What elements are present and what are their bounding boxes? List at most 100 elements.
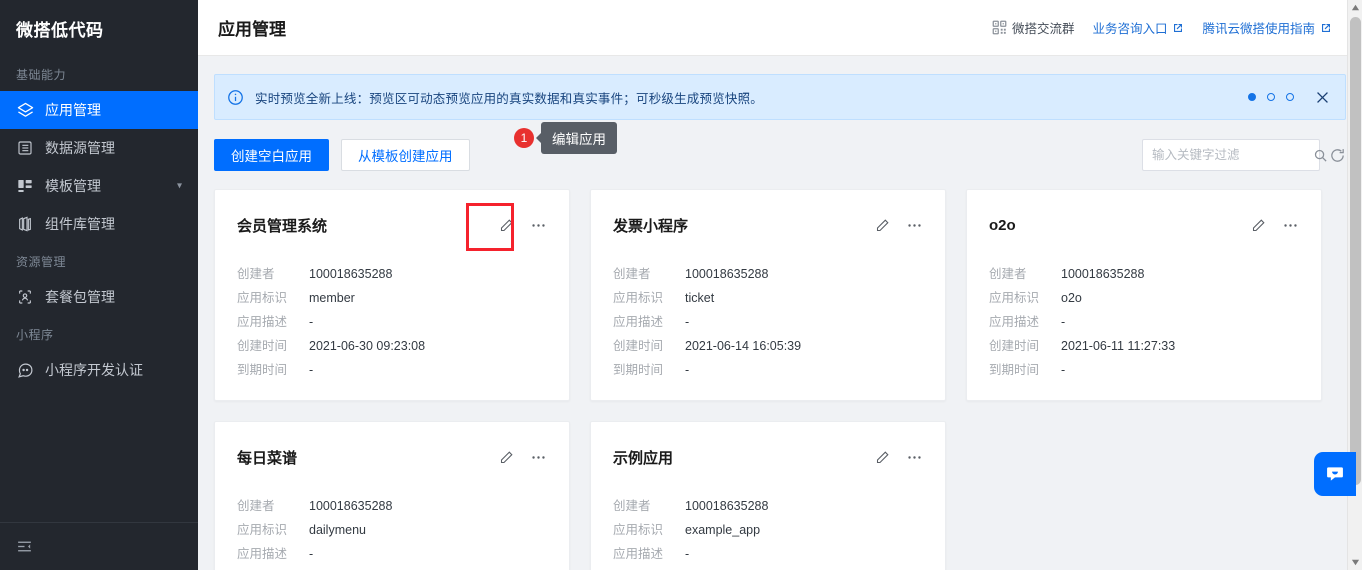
component-library-icon (16, 215, 34, 233)
sidebar-item-label: 数据源管理 (45, 140, 115, 156)
sidebar: 微搭低代码 基础能力 应用管理 数据源管理 模板管理 ▾ 组件库管理 资源管理 … (0, 0, 198, 570)
sidebar-item-component-library-management[interactable]: 组件库管理 (0, 205, 198, 243)
header-link-label: 微搭交流群 (1011, 22, 1075, 36)
edit-app-tooltip-group: 1 编辑应用 (514, 122, 617, 154)
card-field-expires-at: 到期时间 - (237, 358, 547, 382)
field-label: 应用描述 (237, 547, 288, 561)
sidebar-item-label: 应用管理 (45, 102, 101, 118)
field-label: 创建者 (613, 267, 651, 281)
menu-fold-icon[interactable] (16, 538, 33, 555)
scrollbar-thumb[interactable] (1350, 17, 1361, 485)
more-horizontal-icon[interactable] (905, 216, 923, 234)
card-field-created-at: 创建时间 2021-06-30 09:23:08 (237, 334, 547, 358)
sidebar-group-basic: 基础能力 应用管理 数据源管理 模板管理 ▾ 组件库管理 (0, 56, 198, 243)
chat-bubble-icon (16, 361, 34, 379)
chat-support-button[interactable] (1314, 452, 1356, 496)
card-field-expires-at: 到期时间 - (613, 358, 923, 382)
package-icon (16, 288, 34, 306)
sidebar-item-label: 模板管理 (45, 178, 101, 194)
sidebar-item-label: 小程序开发认证 (45, 362, 143, 378)
card-title: 会员管理系统 (237, 217, 328, 235)
chevron-down-icon[interactable]: ▾ (177, 181, 182, 192)
banner-controls (1248, 89, 1331, 106)
sidebar-collapse-bar[interactable] (0, 522, 198, 570)
field-label: 创建者 (613, 499, 651, 513)
header-link-user-guide[interactable]: 腾讯云微搭使用指南 (1202, 18, 1332, 37)
carousel-dot-2[interactable] (1267, 93, 1275, 101)
sidebar-item-label: 组件库管理 (45, 216, 115, 232)
field-value: - (685, 363, 690, 377)
sidebar-group-title-resource: 资源管理 (16, 255, 67, 269)
header-link-community-group[interactable]: 微搭交流群 (992, 18, 1075, 37)
field-label: 到期时间 (237, 363, 288, 377)
more-horizontal-icon[interactable] (529, 448, 547, 466)
carousel-dot-3[interactable] (1286, 93, 1294, 101)
app-card[interactable]: 每日菜谱 创建者 100018635288 应用标识 dailymenu 应用描… (214, 421, 570, 570)
field-value: dailymenu (309, 523, 366, 537)
card-field-description: 应用描述 - (613, 542, 923, 566)
search-input[interactable] (1152, 148, 1313, 162)
carousel-dot-1[interactable] (1248, 93, 1256, 101)
main-area: 应用管理 微搭交流群 业务咨询入口 腾讯云微搭使用指南 实时预览全新上线：预览区… (198, 0, 1362, 570)
search-box[interactable] (1142, 139, 1327, 171)
field-value: example_app (685, 523, 761, 537)
qrcode-icon (992, 20, 1007, 35)
pencil-icon[interactable] (1249, 216, 1267, 234)
header-link-business-consult[interactable]: 业务咨询入口 (1092, 18, 1184, 37)
field-value: - (1061, 363, 1066, 377)
card-title: o2o (989, 216, 1016, 234)
card-field-app-id: 应用标识 dailymenu (237, 518, 547, 542)
external-link-icon (1320, 22, 1332, 34)
field-value: - (309, 363, 314, 377)
card-field-created-at: 创建时间 2021-06-14 16:05:39 (613, 334, 923, 358)
create-blank-app-button[interactable]: 创建空白应用 (214, 139, 329, 171)
app-card[interactable]: 会员管理系统 创建者 100018635288 应用标识 member 应用描述… (214, 189, 570, 401)
close-icon[interactable] (1314, 89, 1331, 106)
app-card[interactable]: 示例应用 创建者 100018635288 应用标识 example_app 应… (590, 421, 946, 570)
edit-app-highlight-box[interactable] (466, 203, 514, 251)
card-field-app-id: 应用标识 ticket (613, 286, 923, 310)
sidebar-item-datasource-management[interactable]: 数据源管理 (0, 129, 198, 167)
card-field-creator: 创建者 100018635288 (989, 262, 1299, 286)
sidebar-item-label: 套餐包管理 (45, 289, 115, 305)
field-value: o2o (1061, 291, 1082, 305)
create-from-template-button[interactable]: 从模板创建应用 (341, 139, 470, 171)
field-label: 创建时间 (613, 339, 664, 353)
field-label: 创建时间 (237, 566, 309, 570)
field-value: 100018635288 (1061, 267, 1145, 281)
more-horizontal-icon[interactable] (905, 448, 923, 466)
card-field-creator: 创建者 100018635288 (237, 262, 547, 286)
pencil-icon[interactable] (873, 216, 891, 234)
pencil-icon[interactable] (873, 448, 891, 466)
search-icon[interactable] (1313, 148, 1328, 163)
card-field-description: 应用描述 - (613, 310, 923, 334)
refresh-icon[interactable] (1329, 147, 1346, 164)
card-field-creator: 创建者 100018635288 (613, 262, 923, 286)
card-actions (497, 448, 547, 466)
scroll-up-arrow[interactable] (1348, 0, 1362, 15)
app-card[interactable]: o2o 创建者 100018635288 应用标识 o2o 应用描述 - 创建时… (966, 189, 1322, 401)
sidebar-item-miniprogram-certification[interactable]: 小程序开发认证 (0, 351, 198, 389)
template-grid-icon (16, 177, 34, 195)
field-value: 2021-06-14 16:05:39 (685, 339, 802, 353)
field-value: - (685, 547, 690, 561)
card-field-creator: 创建者 100018635288 (237, 494, 547, 518)
app-card[interactable]: 发票小程序 创建者 100018635288 应用标识 ticket 应用描述 … (590, 189, 946, 401)
field-label: 创建者 (989, 267, 1027, 281)
sidebar-item-app-management[interactable]: 应用管理 (0, 91, 198, 129)
brand-logo: 微搭低代码 (16, 20, 104, 40)
field-label: 到期时间 (613, 363, 664, 377)
header-link-label: 腾讯云微搭使用指南 (1202, 22, 1315, 36)
card-title: 每日菜谱 (237, 449, 298, 467)
pencil-icon[interactable] (497, 448, 515, 466)
card-field-app-id: 应用标识 o2o (989, 286, 1299, 310)
field-value: - (685, 315, 690, 329)
more-horizontal-icon[interactable] (1281, 216, 1299, 234)
field-label: 应用标识 (989, 291, 1040, 305)
scroll-down-arrow[interactable] (1348, 555, 1362, 570)
sidebar-item-package-management[interactable]: 套餐包管理 (0, 278, 198, 316)
sidebar-item-template-management[interactable]: 模板管理 ▾ (0, 167, 198, 205)
field-label: 创建时间 (613, 566, 685, 570)
card-field-description: 应用描述 - (237, 310, 547, 334)
more-horizontal-icon[interactable] (529, 216, 547, 234)
